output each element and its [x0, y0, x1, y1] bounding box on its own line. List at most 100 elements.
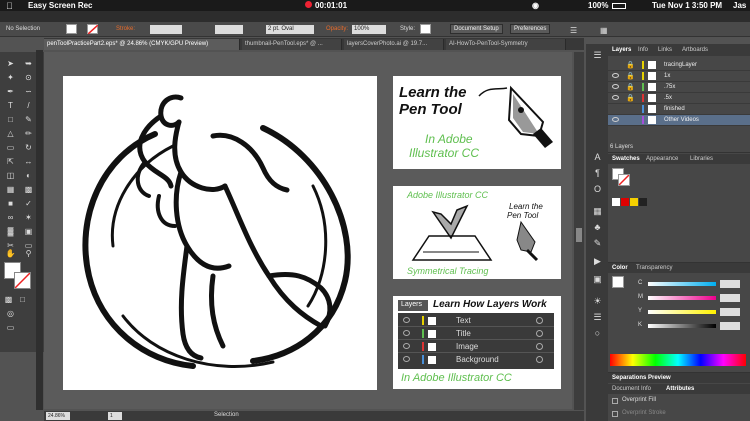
tab-attributes[interactable]: Attributes: [666, 386, 694, 392]
swatch-white[interactable]: [612, 198, 620, 206]
width-tool-icon[interactable]: ↔: [22, 156, 35, 167]
layer-name[interactable]: Other Videos: [664, 117, 699, 123]
stroke-weight-field[interactable]: [150, 25, 182, 34]
vertical-scrollbar[interactable]: [574, 52, 584, 410]
layer-name[interactable]: 1x: [664, 73, 670, 79]
mesh-tool-icon[interactable]: ▩: [22, 184, 35, 195]
slider-m[interactable]: [648, 296, 716, 300]
brush-select[interactable]: 2 pt. Oval: [266, 25, 314, 34]
style-swatch[interactable]: [420, 24, 431, 34]
line-tool-icon[interactable]: /: [22, 100, 35, 111]
scale-tool-icon[interactable]: ⇱: [4, 156, 17, 167]
zoom-tool-icon[interactable]: ⚲: [22, 248, 35, 259]
layer-row[interactable]: 🔒 .5x: [608, 93, 750, 104]
swatch-stroke-box[interactable]: [618, 174, 630, 186]
default-colors-icon[interactable]: ▩: [2, 294, 15, 305]
eye-icon[interactable]: [612, 95, 619, 100]
eyedropper-icon[interactable]: ✓: [22, 198, 35, 209]
properties-icon[interactable]: ☰: [592, 50, 603, 61]
none-color-icon[interactable]: □: [16, 294, 29, 305]
tab-libraries[interactable]: Libraries: [690, 156, 713, 162]
character-icon[interactable]: A: [592, 152, 603, 163]
shaper-tool-icon[interactable]: △: [4, 128, 17, 139]
clock[interactable]: Tue Nov 1 3:50 PM: [652, 1, 722, 10]
tab-layers[interactable]: Layers: [612, 47, 631, 53]
lock-icon[interactable]: 🔒: [626, 61, 635, 69]
app-name[interactable]: Easy Screen Rec: [28, 1, 93, 10]
draw-mode-icon[interactable]: ◎: [4, 308, 17, 319]
stroke-label[interactable]: Stroke:: [116, 26, 135, 32]
shape-builder-icon[interactable]: ◐: [22, 170, 35, 181]
tab-document-info[interactable]: Document Info: [612, 386, 651, 392]
symmetry-card[interactable]: Adobe Illustrator CC Learn the Pen Tool …: [393, 186, 561, 279]
lock-icon[interactable]: 🔒: [626, 94, 635, 102]
wifi-icon[interactable]: ◉: [532, 1, 539, 10]
type-tool-icon[interactable]: T: [4, 100, 17, 111]
overprint-stroke-checkbox[interactable]: [612, 411, 618, 417]
scroll-thumb[interactable]: [576, 228, 582, 242]
eraser-icon[interactable]: ▭: [4, 142, 17, 153]
tab-links[interactable]: Links: [658, 47, 672, 53]
selection-tool-icon[interactable]: ➤: [4, 58, 17, 69]
stroke-color-box[interactable]: [14, 272, 31, 289]
lasso-icon[interactable]: ⊙: [22, 72, 35, 83]
swatch-black[interactable]: [639, 198, 647, 206]
paragraph-icon[interactable]: ¶: [592, 168, 603, 179]
layer-row[interactable]: finished: [608, 104, 750, 115]
tab-appearance[interactable]: Appearance: [646, 156, 678, 162]
stroke-icon[interactable]: ☰: [592, 312, 603, 323]
tab-pentool-practice[interactable]: penToolPracticePart2.eps* @ 24.86% (CMYK…: [44, 39, 240, 50]
opacity-field[interactable]: 100%: [352, 25, 386, 34]
navigator-icon[interactable]: ▣: [592, 274, 603, 285]
tab-color[interactable]: Color: [612, 265, 628, 271]
value-m[interactable]: [720, 294, 740, 302]
free-transform-icon[interactable]: ◫: [4, 170, 17, 181]
slider-y[interactable]: [648, 310, 716, 314]
actions-icon[interactable]: ▶: [592, 256, 603, 267]
transparency-icon[interactable]: ○: [592, 328, 603, 339]
rotate-tool-icon[interactable]: ↻: [22, 142, 35, 153]
eye-icon[interactable]: [612, 117, 619, 122]
magic-wand-icon[interactable]: ✦: [4, 72, 17, 83]
appearance-icon[interactable]: ☀: [592, 296, 603, 307]
layer-row[interactable]: 🔒 .75x: [608, 82, 750, 93]
screen-mode-icon[interactable]: ▭: [4, 322, 17, 333]
color-fill-box[interactable]: [612, 276, 624, 288]
swatch-yellow[interactable]: [630, 198, 638, 206]
document-setup-button[interactable]: Document Setup: [450, 24, 503, 34]
lock-icon[interactable]: 🔒: [626, 72, 635, 80]
tab-transparency[interactable]: Transparency: [636, 265, 672, 271]
layer-name[interactable]: tracingLayer: [664, 62, 697, 68]
variable-width-field[interactable]: [215, 25, 243, 34]
perspective-grid-icon[interactable]: ▦: [4, 184, 17, 195]
opentype-icon[interactable]: O: [592, 184, 603, 195]
apple-icon[interactable]: : [6, 1, 13, 11]
lock-icon[interactable]: 🔒: [626, 83, 635, 91]
graph-tool-icon[interactable]: ▓: [4, 226, 17, 237]
layer-row[interactable]: 🔒 1x: [608, 71, 750, 82]
color-spectrum[interactable]: [610, 354, 746, 366]
tab-thumbnail[interactable]: thumbnail-PenTool.eps* @ ...: [242, 39, 342, 50]
eye-icon[interactable]: [612, 84, 619, 89]
value-y[interactable]: [720, 308, 740, 316]
pen-tool-icon[interactable]: ✒: [4, 86, 17, 97]
value-k[interactable]: [720, 322, 740, 330]
graphic-styles-icon[interactable]: ▦: [592, 206, 603, 217]
layer-name[interactable]: .5x: [664, 95, 672, 101]
curvature-tool-icon[interactable]: ∽: [22, 86, 35, 97]
user-name[interactable]: Jas: [733, 1, 746, 10]
transform-icon[interactable]: ▦: [600, 26, 608, 35]
battery-icon[interactable]: [612, 3, 626, 9]
pen-tool-card[interactable]: Learn the Pen Tool In Adobe Illustrator …: [393, 76, 561, 169]
tab-info[interactable]: Info: [638, 47, 648, 53]
brushes-icon[interactable]: ✎: [592, 238, 603, 249]
eye-icon[interactable]: [612, 73, 619, 78]
tab-swatches[interactable]: Swatches: [612, 156, 640, 162]
layer-name[interactable]: .75x: [664, 84, 675, 90]
zoom-field[interactable]: 24.86%: [46, 412, 70, 420]
tab-howto-symmetry[interactable]: AI-HowTo-PenTool-Symmetry: [446, 39, 566, 50]
align-icon[interactable]: ☰: [570, 26, 577, 35]
gradient-tool-icon[interactable]: ■: [4, 198, 17, 209]
symbols-icon[interactable]: ♣: [592, 222, 603, 233]
slider-c[interactable]: [648, 282, 716, 286]
